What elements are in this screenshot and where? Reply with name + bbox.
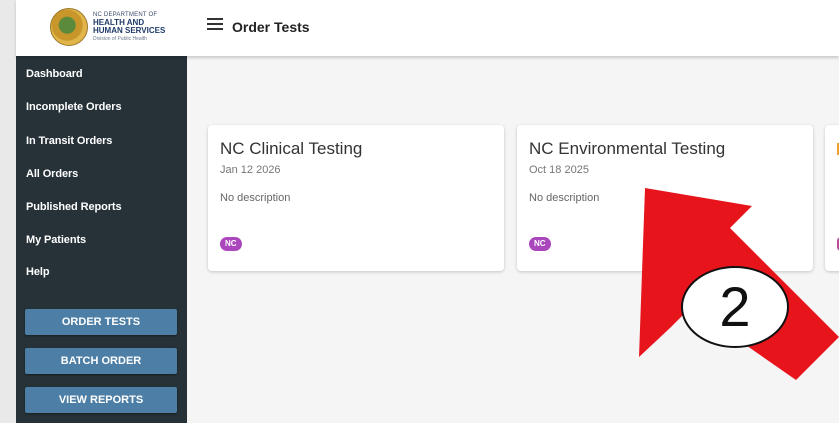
app-frame: NC DEPARTMENT OF HEALTH AND HUMAN SERVIC…: [0, 0, 839, 423]
top-app-bar: NC DEPARTMENT OF HEALTH AND HUMAN SERVIC…: [16, 0, 839, 56]
logo-text: NC DEPARTMENT OF HEALTH AND HUMAN SERVIC…: [93, 11, 165, 43]
sidebar-item-all-orders[interactable]: All Orders: [26, 168, 78, 180]
view-reports-button[interactable]: VIEW REPORTS: [25, 387, 177, 413]
sidebar-item-published-reports[interactable]: Published Reports: [26, 201, 122, 213]
card-title: NC Clinical Testing: [220, 139, 363, 158]
sidebar-item-incomplete-orders[interactable]: Incomplete Orders: [26, 101, 122, 113]
card-date: Jan 12 2026: [220, 164, 281, 176]
sidebar: Dashboard Incomplete Orders In Transit O…: [16, 56, 187, 423]
state-seal-icon: [50, 8, 88, 46]
sidebar-item-my-patients[interactable]: My Patients: [26, 234, 86, 246]
sidebar-item-dashboard[interactable]: Dashboard: [26, 68, 83, 80]
window-edge: [0, 0, 16, 423]
card-title: NC Environmental Testing: [529, 139, 726, 158]
logo-line-3: HUMAN SERVICES: [93, 26, 166, 35]
test-card-environmental[interactable]: NC Environmental Testing Oct 18 2025 No …: [517, 125, 813, 271]
batch-order-button[interactable]: BATCH ORDER: [25, 348, 177, 374]
step-number: 2: [719, 275, 751, 338]
state-chip: NC: [529, 237, 551, 251]
test-card-clinical[interactable]: NC Clinical Testing Jan 12 2026 No descr…: [208, 125, 504, 271]
sidebar-item-in-transit-orders[interactable]: In Transit Orders: [26, 135, 112, 147]
card-description: No description: [529, 192, 600, 204]
ncdhhs-logo[interactable]: NC DEPARTMENT OF HEALTH AND HUMAN SERVIC…: [50, 8, 170, 46]
sidebar-item-help[interactable]: Help: [26, 266, 50, 278]
state-chip: NC: [220, 237, 242, 251]
hamburger-menu-icon[interactable]: [207, 18, 223, 32]
page-title: Order Tests: [232, 19, 310, 35]
logo-line-4: Division of Public Health: [93, 36, 147, 42]
card-description: No description: [220, 192, 291, 204]
test-card-partial[interactable]: [825, 125, 839, 271]
card-date: Oct 18 2025: [529, 164, 589, 176]
order-tests-button[interactable]: ORDER TESTS: [25, 309, 177, 335]
